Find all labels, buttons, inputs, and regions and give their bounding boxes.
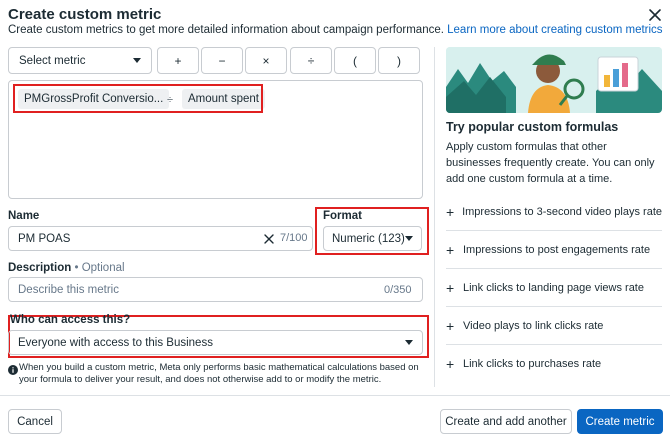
description-label: Description • Optional: [8, 262, 125, 274]
access-value: Everyone with access to this Business: [18, 336, 213, 349]
access-dropdown[interactable]: Everyone with access to this Business: [8, 330, 423, 355]
plus-icon: +: [446, 203, 455, 220]
plus-icon: +: [446, 317, 455, 334]
popular-formula-label: Impressions to 3-second video plays rate: [462, 205, 662, 218]
description-separator: •: [74, 262, 79, 274]
popular-formula-item[interactable]: + Link clicks to landing page views rate: [446, 269, 662, 307]
plus-icon: +: [446, 241, 455, 258]
plus-operator-button[interactable]: +: [157, 47, 199, 74]
select-metric-dropdown[interactable]: Select metric: [8, 47, 152, 74]
popular-formula-label: Impressions to post engagements rate: [463, 243, 651, 256]
access-label: Who can access this?: [10, 314, 131, 326]
custom-formulas-illustration: [446, 47, 662, 113]
popular-formula-label: Link clicks to purchases rate: [463, 358, 602, 370]
caret-down-icon: [405, 340, 413, 345]
description-placeholder: Describe this metric: [18, 283, 119, 296]
popular-formulas-description: Apply custom formulas that other busines…: [446, 141, 655, 185]
info-note: When you build a custom metric, Meta onl…: [19, 362, 419, 385]
multiply-operator-button[interactable]: ×: [245, 47, 287, 74]
popular-formula-item[interactable]: + Impressions to post engagements rate: [446, 231, 662, 269]
formula-highlight: [13, 84, 263, 113]
close-icon[interactable]: [646, 6, 664, 24]
popular-formula-item[interactable]: + Video plays to link clicks rate: [446, 307, 662, 345]
open-paren-button[interactable]: (: [334, 47, 376, 74]
popular-formula-label: Video plays to link clicks rate: [463, 319, 604, 332]
caret-down-icon: [133, 58, 141, 63]
description-char-count: 0/350: [384, 284, 412, 296]
caret-down-icon: [405, 236, 413, 241]
description-optional: Optional: [81, 262, 125, 274]
create-metric-button[interactable]: Create metric: [577, 409, 663, 434]
subtitle-text: Create custom metrics to get more detail…: [8, 24, 444, 36]
vertical-divider: [434, 47, 435, 387]
create-and-add-another-button[interactable]: Create and add another: [440, 409, 572, 434]
info-icon: [8, 362, 18, 375]
popular-formula-label: Link clicks to landing page views rate: [463, 281, 644, 294]
cancel-button[interactable]: Cancel: [8, 409, 62, 434]
popular-formula-item[interactable]: + Impressions to 3-second video plays ra…: [446, 193, 662, 231]
dialog-subtitle: Create custom metrics to get more detail…: [8, 24, 663, 36]
popular-formulas-title: Try popular custom formulas: [446, 120, 619, 134]
plus-icon: +: [446, 356, 455, 372]
format-value: Numeric (123): [332, 232, 405, 245]
divide-operator-button[interactable]: ÷: [290, 47, 332, 74]
footer-divider: [0, 395, 670, 396]
plus-icon: +: [446, 279, 455, 296]
description-label-text: Description: [8, 262, 72, 274]
close-paren-button[interactable]: ): [378, 47, 420, 74]
popular-formula-item[interactable]: + Link clicks to purchases rate: [446, 345, 662, 383]
select-metric-label: Select metric: [19, 54, 86, 67]
name-value: PM POAS: [18, 232, 71, 245]
format-label: Format: [323, 210, 362, 222]
minus-operator-button[interactable]: −: [201, 47, 243, 74]
name-char-count: 7/100: [280, 232, 308, 244]
clear-icon[interactable]: [263, 232, 275, 244]
learn-more-link[interactable]: Learn more about creating custom metrics: [447, 24, 662, 36]
description-input[interactable]: Describe this metric: [8, 277, 423, 302]
name-label: Name: [8, 210, 40, 222]
dialog-title: Create custom metric: [8, 6, 162, 23]
format-dropdown[interactable]: Numeric (123): [323, 226, 422, 251]
